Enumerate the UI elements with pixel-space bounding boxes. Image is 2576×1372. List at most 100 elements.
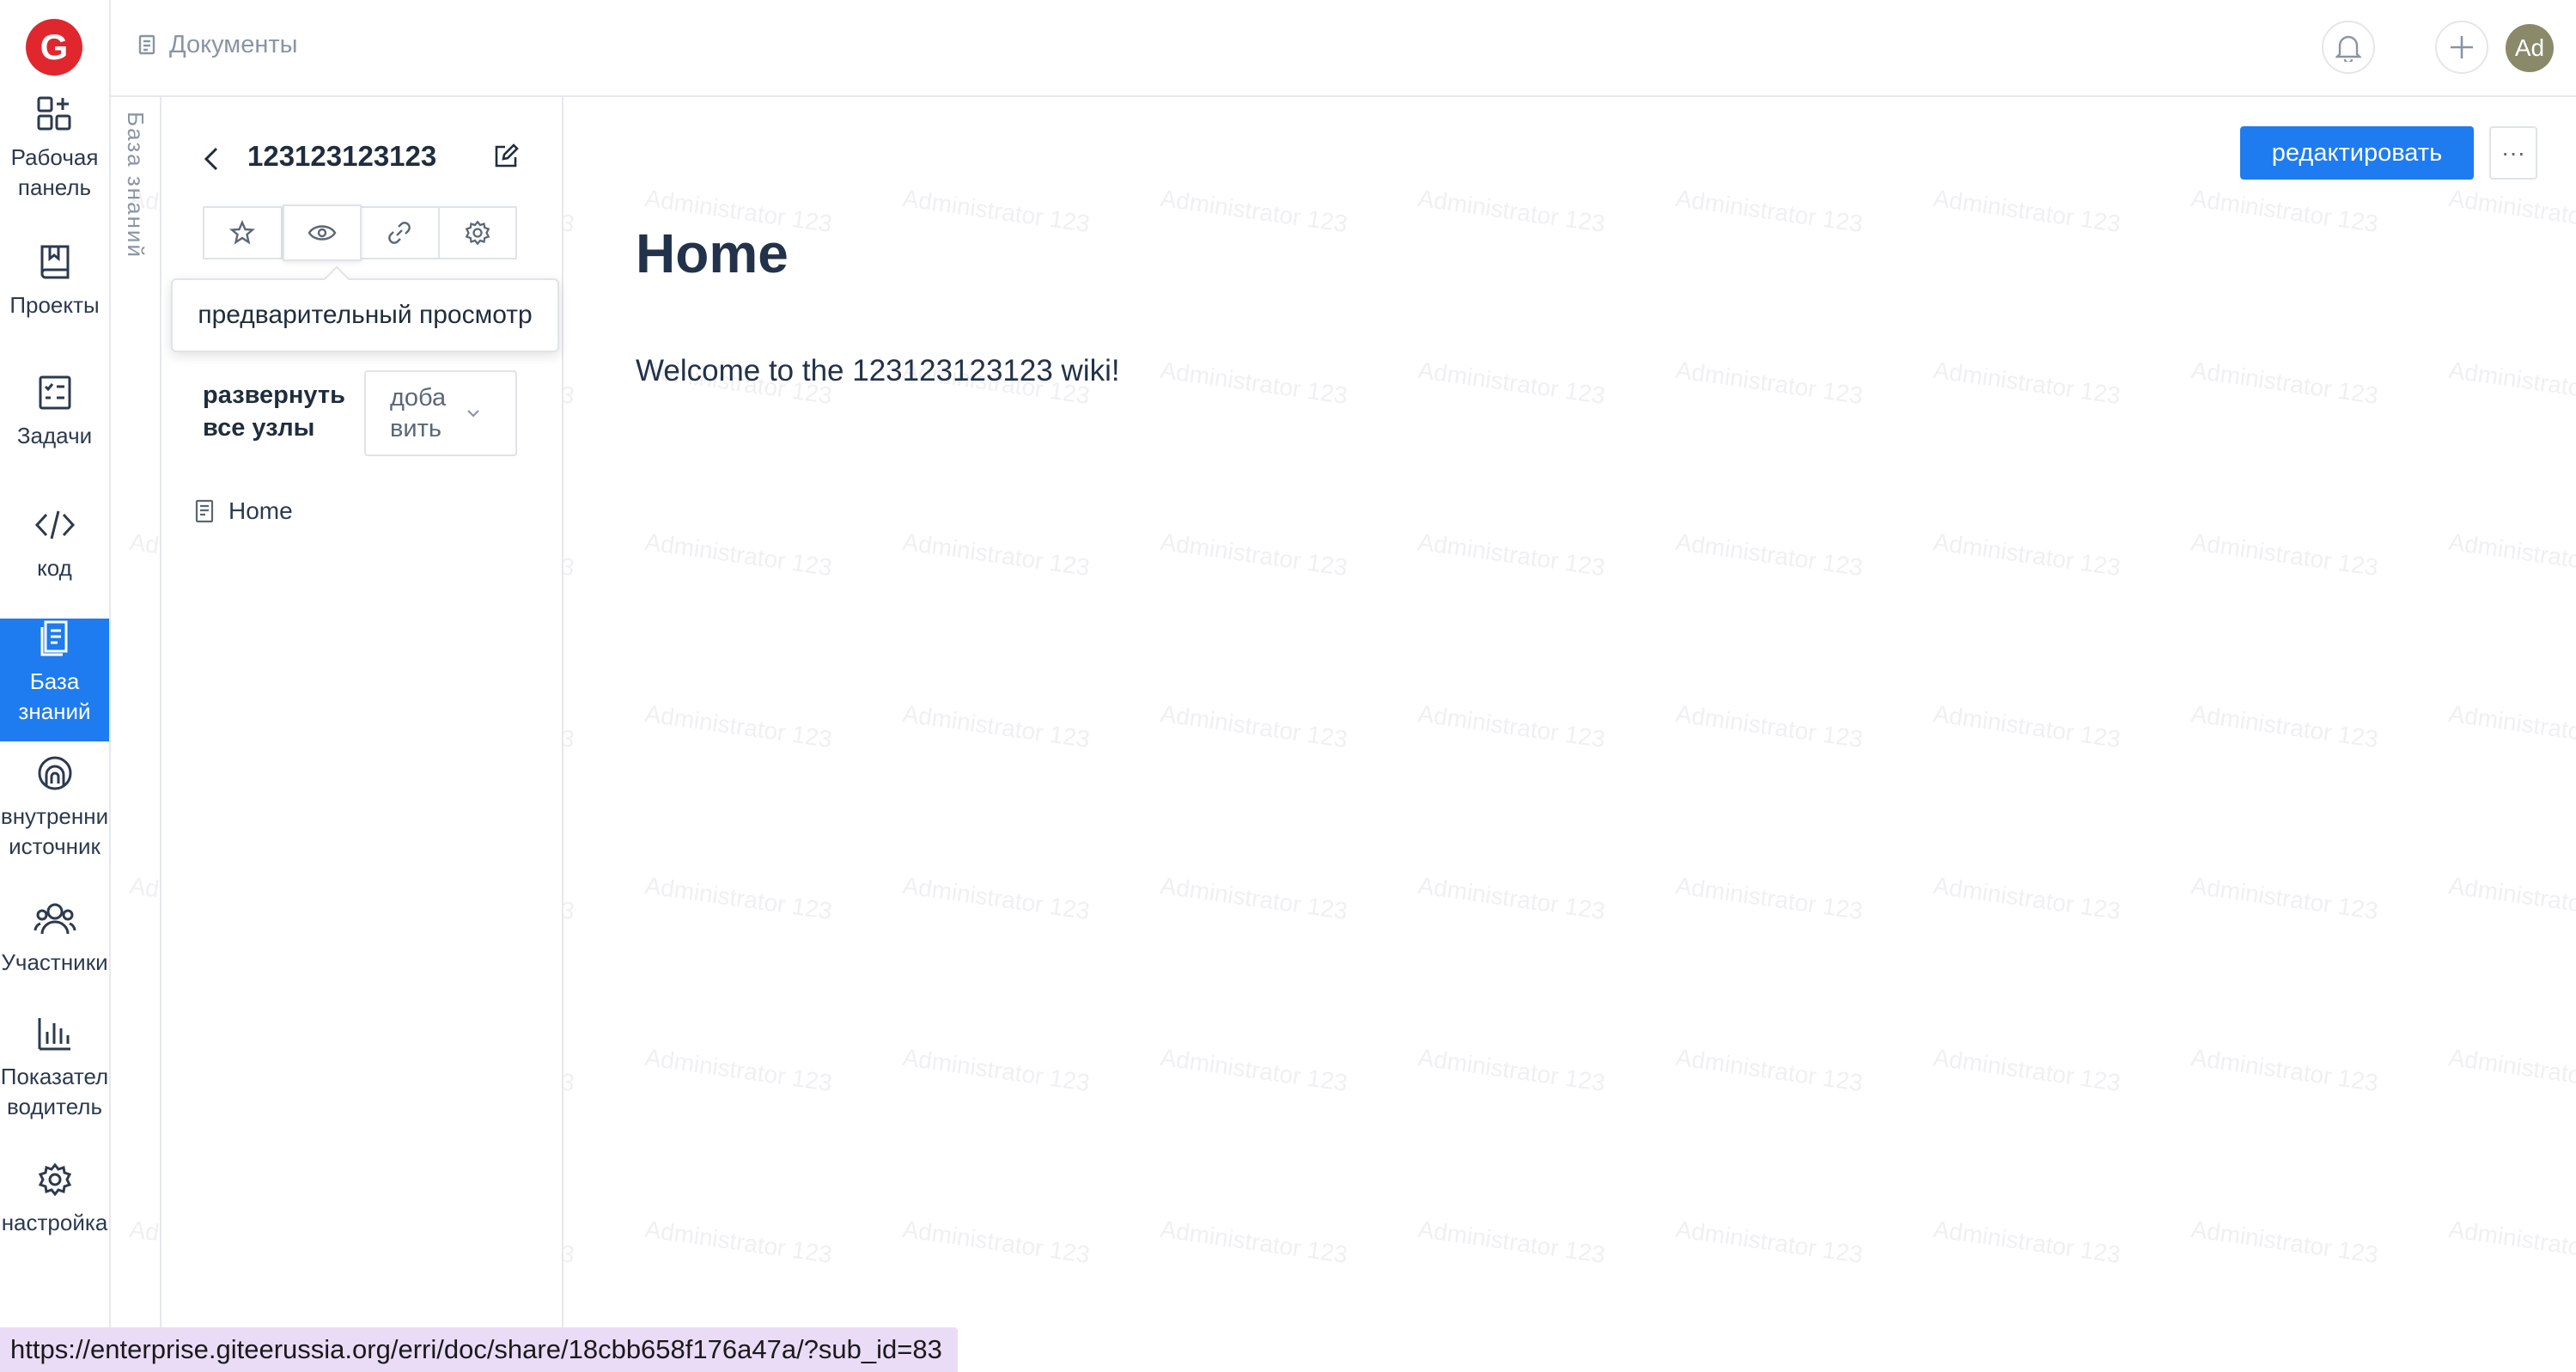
nav-item-projects[interactable]: Проекты bbox=[0, 242, 109, 320]
tasks-icon bbox=[38, 373, 72, 412]
watermark-text: Administrator 123 bbox=[1673, 1043, 1865, 1097]
knowledge-base-toolbar bbox=[203, 204, 517, 261]
nav-label: источник bbox=[9, 833, 100, 859]
watermark-text: Administrator 123 bbox=[2446, 184, 2576, 237]
watermark-text: Administrator 123 bbox=[1416, 1215, 1607, 1269]
watermark-text: Administrator 123 bbox=[2446, 1043, 2576, 1096]
book-icon bbox=[38, 242, 72, 282]
avatar-text: Ad bbox=[2514, 34, 2545, 61]
watermark-text: Administrator 123 bbox=[642, 871, 834, 925]
document-icon bbox=[38, 619, 72, 658]
watermark-text: Administrator 123 bbox=[900, 527, 1092, 582]
nav-label: код bbox=[37, 555, 72, 581]
expand-all-line: развернуть bbox=[203, 381, 345, 409]
document-icon bbox=[195, 499, 214, 523]
watermark-text: Administrator 123 bbox=[642, 1215, 834, 1269]
logo-letter: G bbox=[40, 27, 69, 67]
kb-settings-button[interactable] bbox=[440, 208, 516, 258]
watermark-text: Administrator 123 bbox=[1931, 871, 2122, 925]
watermark-text: Administrator 123 bbox=[1931, 699, 2122, 753]
page-body-text: Welcome to the 123123123123 wiki! bbox=[636, 354, 1120, 387]
nav-label: Показател bbox=[0, 1064, 109, 1089]
watermark-text: Administrator 123 bbox=[900, 699, 1092, 753]
star-icon bbox=[229, 220, 256, 245]
bell-icon bbox=[2335, 35, 2361, 62]
watermark-text: Administrator 123 bbox=[900, 871, 1092, 925]
watermark-text: Administrator 123 bbox=[642, 1043, 834, 1097]
watermark-text: Administrator 123 bbox=[1931, 184, 2122, 238]
watermark-text: Administrator 123 bbox=[2446, 871, 2576, 924]
watermark-text: Administrator 123 bbox=[1158, 699, 1349, 753]
status-url-text: https://enterprise.giteerussia.org/erri/… bbox=[10, 1334, 942, 1364]
nav-label: Задачи bbox=[16, 423, 93, 448]
watermark-text: Administrator 123 bbox=[1416, 1043, 1607, 1097]
avatar[interactable]: Ad bbox=[2506, 24, 2554, 72]
dashboard-icon bbox=[36, 95, 74, 134]
chevron-down-icon bbox=[467, 410, 479, 418]
notifications-button[interactable] bbox=[2322, 21, 2375, 74]
tree-item-label: Home bbox=[228, 497, 293, 524]
main-nav: G Рабочая панель Проекты Задачи код База з… bbox=[0, 0, 111, 1372]
add-dropdown[interactable]: доба вить bbox=[364, 370, 517, 456]
breadcrumb[interactable]: Документы bbox=[137, 31, 298, 59]
watermark-text: Administrator 123 bbox=[1158, 1043, 1349, 1097]
nav-item-code[interactable]: код bbox=[0, 505, 109, 583]
watermark-text: Administrator 123 bbox=[2189, 1215, 2380, 1269]
watermark-text: Administrator 123 bbox=[1158, 1215, 1349, 1269]
watermark-text: Administrator 123 bbox=[2446, 699, 2576, 753]
preview-button[interactable] bbox=[282, 204, 362, 261]
tree-item[interactable]: Home bbox=[194, 497, 293, 525]
expand-all-nodes-button[interactable]: развернуть все узлы bbox=[203, 379, 345, 444]
nav-item-settings[interactable]: настройка bbox=[0, 1160, 109, 1238]
watermark-text: Administrator 123 bbox=[2446, 527, 2576, 581]
watermark-text: Administrator 123 bbox=[2446, 1215, 2576, 1268]
status-bar-url: https://enterprise.giteerussia.org/erri/… bbox=[0, 1327, 958, 1372]
watermark-text: Administrator 123 bbox=[1158, 356, 1349, 410]
link-icon bbox=[388, 222, 411, 244]
nav-item-internal-source[interactable]: внутренни источник bbox=[0, 753, 109, 862]
bar-chart-icon bbox=[36, 1014, 74, 1053]
watermark-text: Administrator 123 bbox=[1931, 1043, 2122, 1097]
watermark-text: Administrator 123 bbox=[1673, 1215, 1865, 1269]
nav-item-knowledge-base[interactable]: База знаний bbox=[0, 619, 109, 741]
expand-all-line: все узлы bbox=[203, 414, 315, 442]
knowledge-base-title: 123123123123 bbox=[247, 140, 437, 172]
eye-icon bbox=[308, 225, 337, 241]
tooltip-text: предварительный просмотр bbox=[198, 301, 533, 329]
nav-item-metrics[interactable]: Показател водитель bbox=[0, 1014, 109, 1122]
nav-label: База bbox=[29, 668, 80, 694]
watermark-text: Administrator 123 bbox=[1931, 527, 2122, 582]
nav-item-members[interactable]: Участники bbox=[0, 899, 109, 978]
edit-button-label: редактировать bbox=[2271, 138, 2443, 167]
watermark-text: Administrator 123 bbox=[900, 1043, 1092, 1097]
nav-label: Участники bbox=[1, 949, 108, 975]
add-dropdown-line: доба bbox=[390, 384, 447, 412]
share-link-button[interactable] bbox=[362, 208, 440, 258]
watermark-text: Administrator 123 bbox=[642, 527, 834, 582]
favorite-button[interactable] bbox=[204, 208, 283, 258]
watermark-text: Administrator 123 bbox=[1931, 356, 2122, 410]
preview-tooltip: предварительный просмотр bbox=[171, 278, 559, 352]
gear-icon bbox=[38, 1160, 72, 1199]
add-button[interactable] bbox=[2435, 21, 2488, 74]
pencil-square-icon bbox=[495, 143, 519, 168]
watermark-text: Administrator 123 bbox=[2189, 871, 2380, 925]
watermark-text: Administrator 123 bbox=[2189, 356, 2380, 410]
knowledge-base-tab-rail bbox=[111, 97, 161, 1372]
edit-title-button[interactable] bbox=[493, 143, 519, 169]
nav-label: водитель bbox=[6, 1094, 103, 1119]
watermark-text: Administrator 123 bbox=[1673, 184, 1865, 238]
back-button[interactable] bbox=[203, 145, 220, 173]
watermark-text: Administrator 123 bbox=[1416, 356, 1607, 410]
edit-button[interactable]: редактировать bbox=[2240, 126, 2474, 180]
watermark-text: Administrator 123 bbox=[2189, 184, 2380, 238]
nav-item-dashboard[interactable]: Рабочая панель bbox=[0, 95, 109, 222]
app-logo[interactable]: G bbox=[26, 19, 82, 76]
more-options-button[interactable]: ··· bbox=[2489, 126, 2537, 180]
watermark-text: Administrator 123 bbox=[1416, 699, 1607, 753]
watermark-text: Administrator 123 bbox=[1931, 1215, 2122, 1269]
nav-item-tasks[interactable]: Задачи bbox=[0, 373, 109, 451]
code-icon bbox=[34, 505, 76, 545]
nav-label: знаний bbox=[18, 698, 91, 724]
knowledge-base-vertical-tab[interactable]: База знаний bbox=[122, 112, 149, 259]
